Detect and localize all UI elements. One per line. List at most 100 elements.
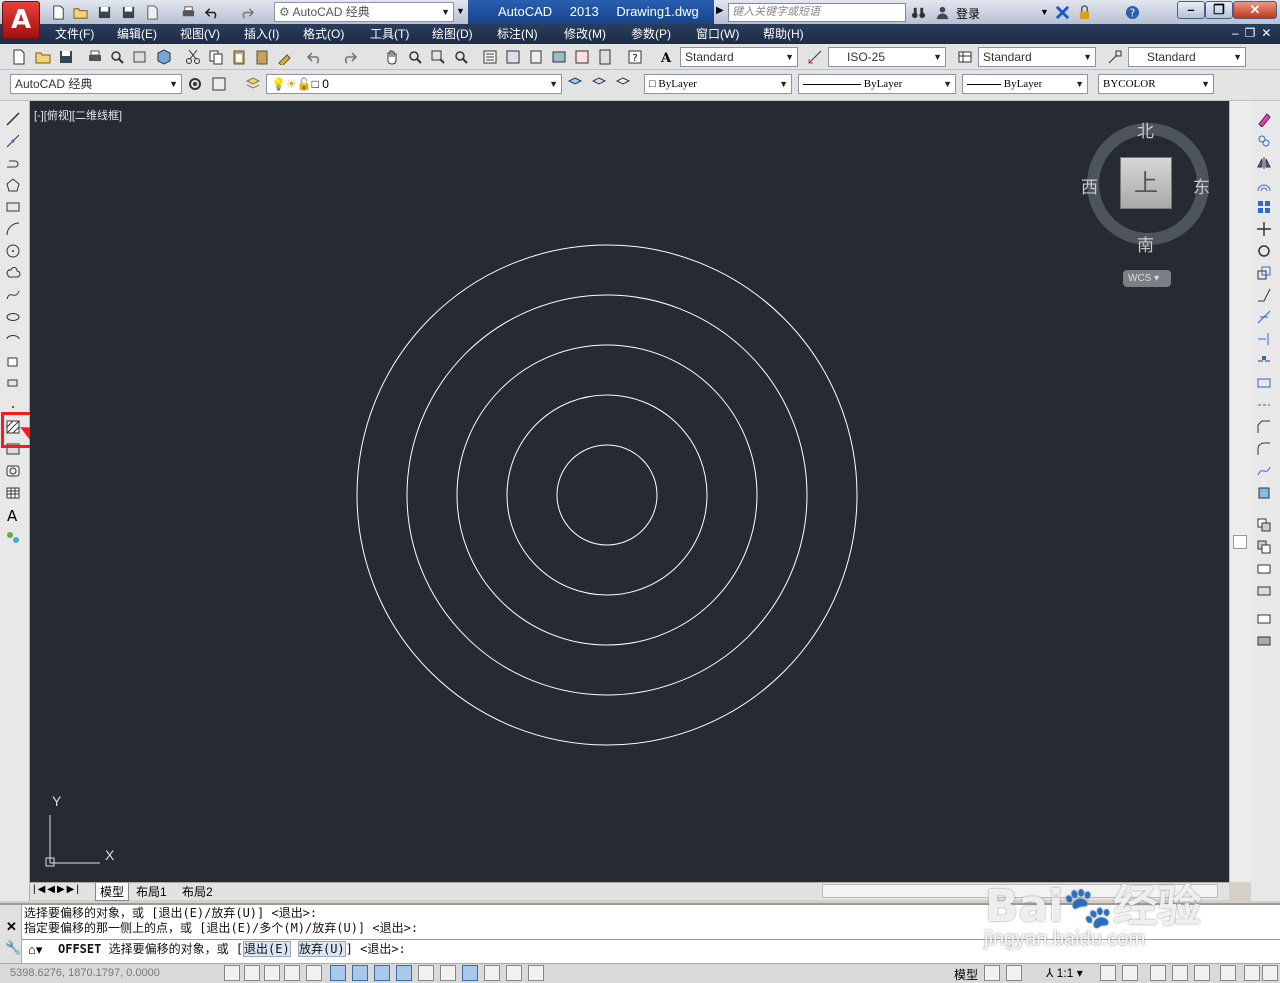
- polar-toggle[interactable]: [306, 965, 322, 981]
- layer-dropdown[interactable]: 💡☀🔓□ 0 ▼: [266, 74, 562, 94]
- customize-qa-icon[interactable]: ▼: [456, 6, 465, 16]
- am-toggle[interactable]: [528, 965, 544, 981]
- tool-palettes-icon[interactable]: [527, 48, 545, 66]
- compass-south[interactable]: 南: [1137, 231, 1154, 256]
- make-current-layer-icon[interactable]: [566, 75, 584, 93]
- drawing-canvas[interactable]: [-][俯视][二维线框] 上 北 南 东 西 WCS ▾ Y X: [30, 101, 1229, 882]
- help-icon[interactable]: ?: [626, 48, 644, 66]
- menu-draw[interactable]: 绘图(D): [432, 26, 473, 42]
- ortho-toggle[interactable]: [284, 965, 300, 981]
- plot-icon[interactable]: [86, 48, 104, 66]
- ellipse-arc-icon[interactable]: [4, 330, 22, 348]
- text-style-icon[interactable]: A: [658, 48, 676, 66]
- scale-icon[interactable]: [1255, 264, 1273, 282]
- undo-icon[interactable]: [306, 48, 324, 66]
- sheet-set-icon[interactable]: [550, 48, 568, 66]
- menu-help[interactable]: 帮助(H): [763, 26, 804, 42]
- break-icon[interactable]: [1255, 374, 1273, 392]
- drawn-circle[interactable]: [506, 394, 708, 596]
- copy-object-icon[interactable]: [1255, 132, 1273, 150]
- model-space-label[interactable]: 模型: [954, 966, 978, 983]
- zoom-window-icon[interactable]: [429, 48, 447, 66]
- paste-icon[interactable]: [230, 48, 248, 66]
- zoom-realtime-icon[interactable]: [406, 48, 424, 66]
- menu-insert[interactable]: 插入(I): [244, 26, 279, 42]
- qp-toggle[interactable]: [484, 965, 500, 981]
- match-properties-icon[interactable]: [276, 48, 294, 66]
- hardware-accel-icon[interactable]: [1194, 965, 1210, 981]
- color-dropdown[interactable]: □ ByLayer ▼: [644, 74, 792, 94]
- sc-toggle[interactable]: [506, 965, 522, 981]
- trim-icon[interactable]: [1255, 308, 1273, 326]
- dim-style-dropdown[interactable]: ISO-25 ▼: [828, 47, 946, 67]
- paste-block-icon[interactable]: [253, 48, 271, 66]
- maximize-button[interactable]: ❐: [1205, 1, 1233, 19]
- exchange-icon[interactable]: [1054, 4, 1070, 20]
- search-input[interactable]: 键入关键字或短语: [728, 3, 906, 22]
- cut-icon[interactable]: [184, 48, 202, 66]
- blend-curves-icon[interactable]: [1255, 462, 1273, 480]
- polygon-icon[interactable]: [4, 176, 22, 194]
- dyn-toggle[interactable]: [418, 965, 434, 981]
- construction-line-icon[interactable]: [4, 132, 22, 150]
- grid-toggle[interactable]: [264, 965, 280, 981]
- help-icon[interactable]: ?: [1124, 4, 1140, 20]
- mleader-style-dropdown[interactable]: Standard ▼: [1128, 47, 1246, 67]
- tab-layout1[interactable]: 布局1: [136, 883, 167, 900]
- table-style-icon[interactable]: [956, 48, 974, 66]
- offset-icon[interactable]: [1255, 176, 1273, 194]
- stretch-icon[interactable]: [1255, 286, 1273, 304]
- vertical-scrollbar[interactable]: [1229, 101, 1251, 882]
- doc-window-controls[interactable]: –❐✕: [1232, 26, 1278, 40]
- rectangle-icon[interactable]: [4, 198, 22, 216]
- rotate-icon[interactable]: [1255, 242, 1273, 260]
- qnew-icon[interactable]: [10, 48, 28, 66]
- polyline-icon[interactable]: [4, 154, 22, 172]
- publish-icon[interactable]: [131, 48, 149, 66]
- user-icon[interactable]: [934, 4, 950, 20]
- drawn-circle[interactable]: [406, 294, 808, 696]
- subscription-icon[interactable]: [1076, 4, 1092, 20]
- new-file-icon[interactable]: [50, 4, 66, 20]
- quick-view-layouts-icon[interactable]: [984, 965, 1000, 981]
- wcs-menu[interactable]: WCS ▾: [1123, 270, 1171, 287]
- plot-preview-icon[interactable]: [108, 48, 126, 66]
- customize-command-icon[interactable]: 🔧: [5, 940, 21, 956]
- chamfer-icon[interactable]: [1255, 418, 1273, 436]
- workspace-combo[interactable]: AutoCAD 经典 ▼: [10, 74, 182, 94]
- login-label[interactable]: 登录: [956, 5, 980, 22]
- join-icon[interactable]: [1255, 396, 1273, 414]
- break-at-point-icon[interactable]: [1255, 352, 1273, 370]
- ducs-toggle[interactable]: [396, 965, 412, 981]
- minimize-button[interactable]: –: [1177, 1, 1205, 19]
- move-icon[interactable]: [1255, 220, 1273, 238]
- close-command-icon[interactable]: ✕: [6, 919, 17, 935]
- publish-icon[interactable]: [144, 4, 160, 20]
- arc-icon[interactable]: [4, 220, 22, 238]
- design-center-icon[interactable]: [504, 48, 522, 66]
- tab-model[interactable]: 模型: [95, 883, 130, 901]
- quick-view-drawings-icon[interactable]: [1006, 965, 1022, 981]
- 3d-dwf-icon[interactable]: [155, 48, 173, 66]
- expand-arrow-icon[interactable]: ▶: [716, 5, 724, 16]
- lineweight-dropdown[interactable]: ByLayer ▼: [962, 74, 1088, 94]
- plot-style-dropdown[interactable]: BYCOLOR ▼: [1098, 74, 1214, 94]
- lwt-toggle[interactable]: [440, 965, 456, 981]
- redo-icon[interactable]: [340, 48, 358, 66]
- draw-order-back-icon[interactable]: [1255, 538, 1273, 556]
- plot-icon[interactable]: [180, 4, 196, 20]
- drawn-circle[interactable]: [356, 244, 858, 746]
- pan-icon[interactable]: [383, 48, 401, 66]
- workspace-settings-icon[interactable]: [186, 75, 204, 93]
- tab-layout2[interactable]: 布局2: [182, 883, 213, 900]
- mirror-icon[interactable]: [1255, 154, 1273, 172]
- option-exit[interactable]: 退出(E): [243, 941, 291, 957]
- otrack-toggle[interactable]: [374, 965, 390, 981]
- status-menu-icon[interactable]: [1244, 965, 1260, 981]
- viewcube-face[interactable]: 上: [1120, 157, 1172, 209]
- explode-icon[interactable]: [1255, 484, 1273, 502]
- infer-constraints-toggle[interactable]: [224, 965, 240, 981]
- annotation-scale[interactable]: ⅄ 1:1 ▾: [1046, 966, 1083, 980]
- copy-icon[interactable]: [207, 48, 225, 66]
- zoom-previous-icon[interactable]: [452, 48, 470, 66]
